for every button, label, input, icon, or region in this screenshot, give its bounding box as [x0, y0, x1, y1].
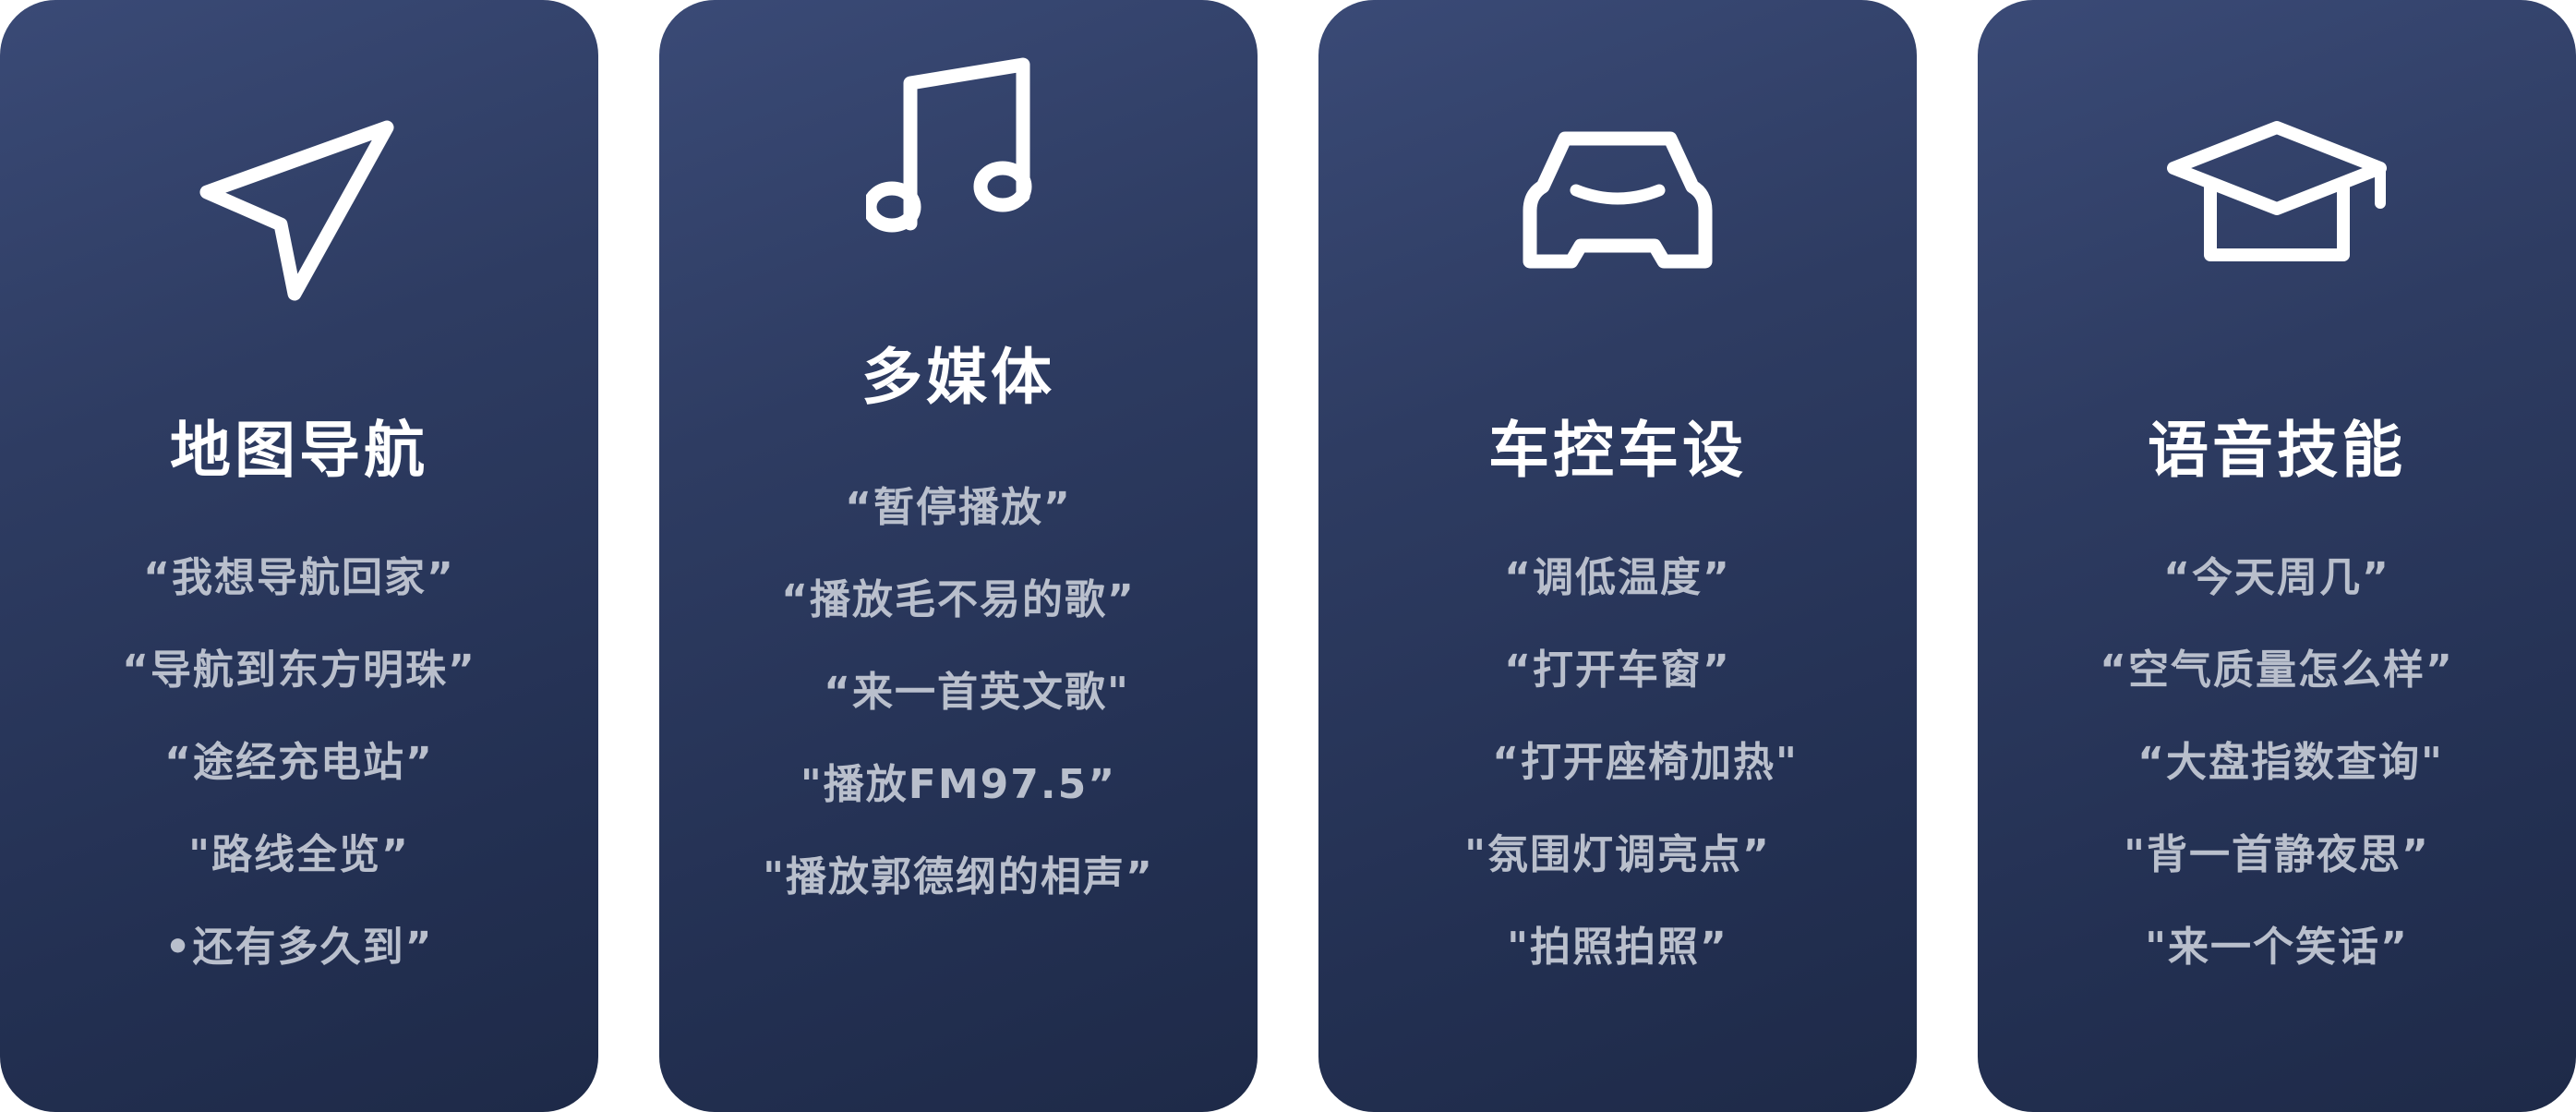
command-item: "播放郭德纲的相声”	[763, 853, 1154, 900]
command-item: “途经充电站”	[164, 739, 434, 786]
command-list: “调低温度” “打开车窗” “打开座椅加热" "氛围灯调亮点” "拍照拍照”	[1318, 532, 1917, 994]
command-list: “我想导航回家” “导航到东方明珠” “途经充电站” "路线全览” •还有多久到…	[0, 532, 598, 994]
command-item: "背一首静夜思”	[2124, 831, 2430, 878]
command-item: “今天周几”	[2163, 554, 2390, 601]
card-title: 车控车设	[1488, 415, 1747, 486]
card-title: 多媒体	[861, 342, 1055, 413]
card-title: 地图导航	[170, 415, 428, 486]
command-item: “我想导航回家”	[143, 554, 455, 601]
command-item: "氛围灯调亮点”	[1464, 831, 1771, 878]
command-item: "路线全览”	[188, 831, 410, 878]
card-title: 语音技能	[2148, 415, 2406, 486]
command-item: "来一个笑话”	[2145, 924, 2409, 971]
car-icon	[1318, 127, 1917, 275]
command-item: •还有多久到”	[164, 924, 434, 971]
command-item: “导航到东方明珠”	[122, 647, 476, 694]
music-note-icon	[659, 57, 1258, 233]
card-navigation[interactable]: 地图导航 “我想导航回家” “导航到东方明珠” “途经充电站” "路线全览” •…	[0, 0, 598, 1112]
command-list: “今天周几” “空气质量怎么样” “大盘指数查询" "背一首静夜思” "来一个笑…	[1978, 532, 2576, 994]
card-multimedia[interactable]: 多媒体 “暂停播放” “播放毛不易的歌” “来一首英文歌" "播放FM97.5”…	[659, 0, 1258, 1112]
card-car-control[interactable]: 车控车设 “调低温度” “打开车窗” “打开座椅加热" "氛围灯调亮点” "拍照…	[1318, 0, 1917, 1112]
command-item: "拍照拍照”	[1507, 924, 1728, 971]
command-item: "播放FM97.5”	[800, 761, 1117, 808]
command-item: “暂停播放”	[845, 484, 1072, 531]
navigation-arrow-icon	[0, 118, 598, 303]
command-list: “暂停播放” “播放毛不易的歌” “来一首英文歌" "播放FM97.5” "播放…	[659, 462, 1258, 924]
command-item: “调低温度”	[1504, 554, 1731, 601]
command-item: “打开座椅加热"	[1492, 739, 1799, 786]
command-item: “大盘指数查询"	[2137, 739, 2444, 786]
command-item: “空气质量怎么样”	[2100, 647, 2454, 694]
graduation-cap-icon	[1978, 120, 2576, 268]
card-voice-skills[interactable]: 语音技能 “今天周几” “空气质量怎么样” “大盘指数查询" "背一首静夜思” …	[1978, 0, 2576, 1112]
command-item: “播放毛不易的歌”	[781, 576, 1136, 623]
command-item: “来一首英文歌"	[824, 669, 1130, 716]
command-item: “打开车窗”	[1504, 647, 1731, 694]
